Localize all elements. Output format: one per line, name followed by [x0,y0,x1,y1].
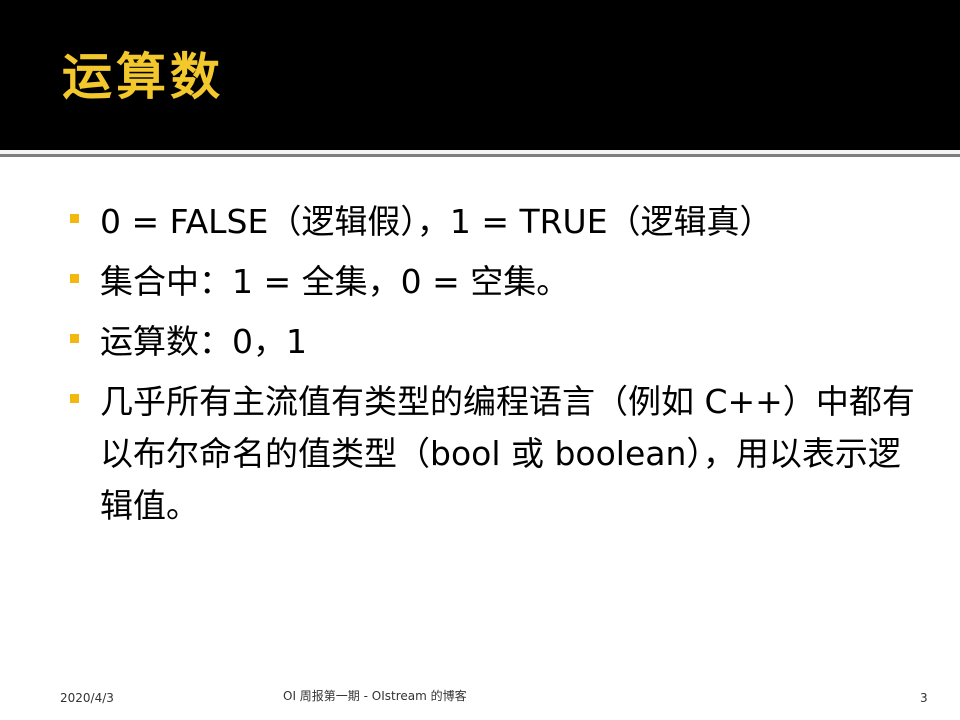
page-number: 3 [920,691,928,705]
square-bullet-icon [70,394,79,403]
bullet-text: 0 = FALSE（逻辑假），1 = TRUE（逻辑真） [100,202,773,241]
bullet-list: 0 = FALSE（逻辑假），1 = TRUE（逻辑真） 集合中：1 = 全集，… [70,196,930,540]
square-bullet-icon [70,214,79,223]
bullet-text: 运算数：0，1 [100,322,307,361]
square-bullet-icon [70,274,79,283]
slide-title: 运算数 [62,47,224,106]
title-bar: 运算数 [0,0,960,150]
bullet-text: 几乎所有主流值有类型的编程语言（例如 C++）中都有以布尔命名的值类型（bool… [100,382,915,525]
bullet-text: 集合中：1 = 全集，0 = 空集。 [100,262,570,301]
footer-date: 2020/4/3 [60,691,114,705]
footer-center-text: OI 周报第一期 - OIstream 的博客 [283,689,467,703]
bullet-item-operands: 运算数：0，1 [70,316,930,368]
bullet-item-set: 集合中：1 = 全集，0 = 空集。 [70,256,930,308]
bullet-item-bool-type: 几乎所有主流值有类型的编程语言（例如 C++）中都有以布尔命名的值类型（bool… [70,376,930,532]
square-bullet-icon [70,334,79,343]
title-divider-dark [0,154,960,157]
bullet-item-false-true: 0 = FALSE（逻辑假），1 = TRUE（逻辑真） [70,196,930,248]
